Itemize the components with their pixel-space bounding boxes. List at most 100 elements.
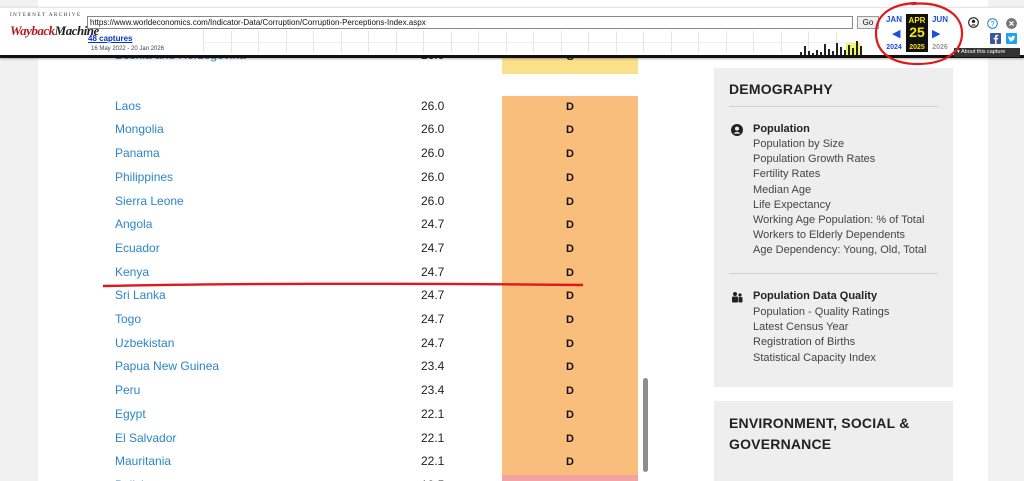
demography-card: DEMOGRAPHY Population Population by Size…: [714, 68, 953, 387]
country-link[interactable]: Sierra Leone: [115, 194, 184, 208]
capture-bar: [808, 51, 810, 55]
grade-cell: D: [502, 143, 638, 168]
timeline-tick: [230, 31, 232, 53]
grade-cell: D: [502, 380, 638, 405]
capture-bar: [824, 44, 826, 55]
timeline-tick: [450, 31, 452, 53]
wayback-logo-word: Wayback: [10, 23, 55, 38]
cpi-score: 24.7: [421, 335, 445, 350]
sidebar-link[interactable]: Population - Quality Ratings: [753, 306, 889, 318]
country-link[interactable]: Sri Lanka: [115, 288, 166, 302]
cpi-score: 22.1: [421, 430, 445, 445]
table-row: Panama 26.0 D: [38, 143, 668, 168]
timeline-tick: [533, 31, 534, 53]
table-row: Sri Lanka 24.7 D: [38, 285, 668, 310]
cpi-score: 26.0: [421, 98, 445, 113]
population-divider: [729, 273, 938, 274]
capture-bar: [820, 52, 822, 55]
cpi-score: 23.4: [421, 359, 445, 374]
demography-divider: [729, 106, 938, 107]
cpi-score: 26.0: [421, 169, 445, 184]
grade-cell: D: [502, 95, 638, 120]
wayback-logo[interactable]: WaybackMachine: [10, 23, 99, 39]
grade-cell: D: [502, 451, 638, 476]
country-link[interactable]: Egypt: [115, 407, 146, 421]
country-link[interactable]: Papua New Guinea: [115, 359, 219, 373]
captures-link[interactable]: 48 captures: [88, 34, 132, 43]
sidebar-link[interactable]: Life Expectancy: [753, 199, 831, 211]
page-content: Bosnia and Herzegovina26.0CLaos26.0DMong…: [38, 0, 988, 481]
cpi-score: 24.7: [421, 288, 445, 303]
grade-cell: D: [502, 427, 638, 452]
sidebar-link[interactable]: Median Age: [753, 184, 811, 196]
grade-cell: D: [502, 285, 638, 310]
capture-bar: [852, 48, 854, 55]
grade-cell: D: [502, 166, 638, 191]
timeline-tick: [313, 31, 314, 53]
capture-bar: [828, 49, 830, 55]
capture-bar: [848, 45, 850, 55]
users-icon: [732, 292, 743, 303]
twitter-icon[interactable]: [1006, 33, 1017, 44]
country-link[interactable]: Mongolia: [115, 122, 164, 136]
country-link[interactable]: Peru: [115, 383, 140, 397]
table-row: Papua New Guinea 23.4 D: [38, 356, 668, 381]
cpi-score: 22.1: [421, 406, 445, 421]
timeline-tick: [203, 31, 204, 53]
table-scrollbar[interactable]: [643, 378, 648, 472]
country-link[interactable]: Kenya: [115, 265, 149, 279]
timeline-tick: [670, 31, 672, 53]
wayback-url-input[interactable]: [87, 16, 853, 29]
country-link[interactable]: Philippines: [115, 170, 173, 184]
capture-bar: [860, 46, 862, 55]
capture-timeline[interactable]: [203, 31, 863, 53]
sidebar-link[interactable]: Fertility Rates: [753, 168, 820, 180]
sidebar-link[interactable]: Latest Census Year: [753, 321, 848, 333]
country-link[interactable]: Ecuador: [115, 241, 160, 255]
environment-card: ENVIRONMENT, SOCIAL & GOVERNANCE: [714, 401, 953, 481]
timeline-tick: [395, 31, 397, 53]
user-icon: [731, 124, 743, 136]
country-link[interactable]: Angola: [115, 217, 152, 231]
country-link[interactable]: El Salvador: [115, 431, 176, 445]
cpi-score: 26.0: [421, 193, 445, 208]
grade-cell: D: [502, 237, 638, 262]
cpi-score: 22.1: [421, 454, 445, 469]
sidebar-link[interactable]: Registration of Births: [753, 336, 855, 348]
table-row: Mongolia 26.0 D: [38, 119, 668, 144]
population-group-title: Population: [753, 123, 810, 135]
capture-bar: [816, 50, 818, 55]
close-icon[interactable]: [1006, 18, 1017, 29]
environment-title-line2: GOVERNANCE: [729, 436, 832, 452]
timeline-tick: [780, 31, 782, 53]
sidebar-link[interactable]: Working Age Population: % of Total: [753, 214, 924, 226]
environment-title-line1: ENVIRONMENT, SOCIAL &: [729, 415, 910, 431]
country-link[interactable]: Togo: [115, 312, 141, 326]
captures-date-range: 16 May 2022 - 20 Jan 2026: [91, 46, 165, 52]
capture-bar: [840, 47, 842, 55]
help-icon[interactable]: ?: [987, 18, 998, 29]
country-link[interactable]: Laos: [115, 99, 141, 113]
capture-sparkline[interactable]: [800, 41, 866, 55]
red-circle-annotation: [874, 1, 964, 66]
sidebar-link[interactable]: Age Dependency: Young, Old, Total: [753, 244, 927, 256]
country-link[interactable]: Panama: [115, 146, 160, 160]
sidebar-link[interactable]: Population by Size: [753, 138, 844, 150]
capture-bar: [856, 41, 858, 55]
country-link[interactable]: Mauritania: [115, 454, 171, 468]
timeline-tick: [340, 31, 342, 53]
capture-bar: [844, 50, 846, 55]
country-link[interactable]: Uzbekistan: [115, 336, 174, 350]
sidebar-link[interactable]: Workers to Elderly Dependents: [753, 229, 905, 241]
cpi-score: 26.0: [421, 146, 445, 161]
account-icon[interactable]: [968, 17, 979, 28]
cpi-score: 24.7: [421, 240, 445, 255]
timeline-tick: [725, 31, 727, 53]
facebook-icon[interactable]: [990, 33, 1001, 44]
table-row: El Salvador 22.1 D: [38, 427, 668, 452]
grade-cell: D: [502, 119, 638, 144]
capture-bar: [812, 53, 814, 55]
sidebar-link[interactable]: Statistical Capacity Index: [753, 352, 876, 364]
red-underline-annotation: [103, 282, 583, 288]
sidebar-link[interactable]: Population Growth Rates: [753, 153, 875, 165]
